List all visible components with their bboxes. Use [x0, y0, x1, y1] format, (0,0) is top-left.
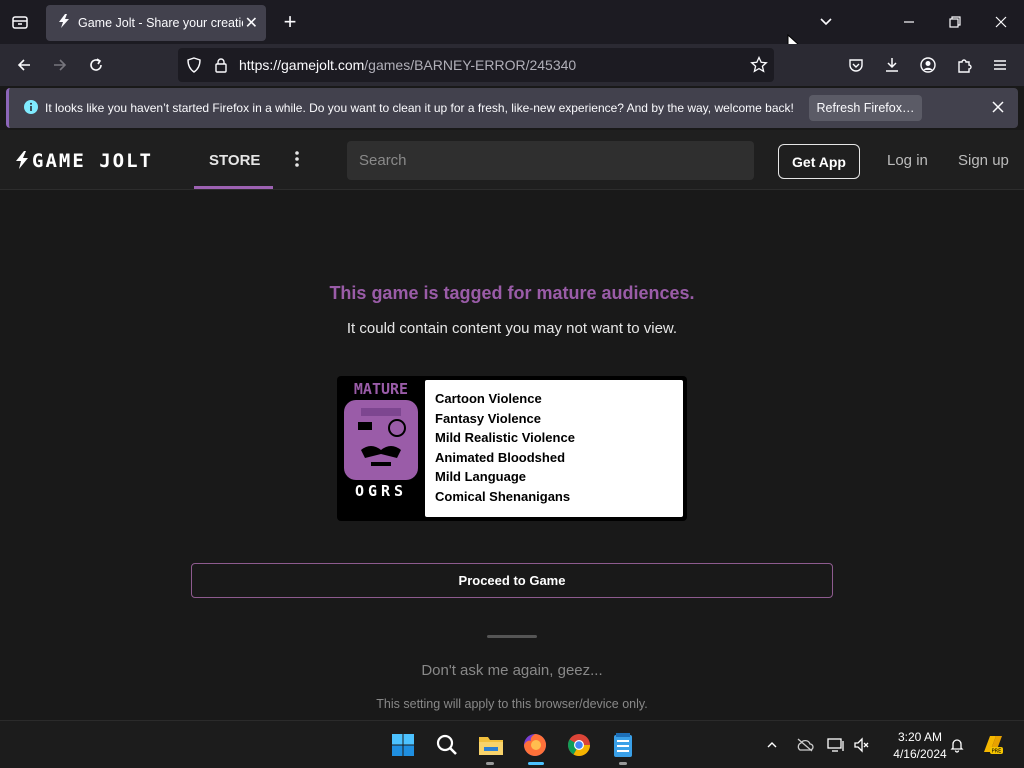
- bookmark-star-icon[interactable]: [747, 53, 771, 77]
- back-icon[interactable]: [12, 53, 36, 77]
- tab-list-icon[interactable]: [10, 12, 30, 32]
- url-text[interactable]: https://gamejolt.com/games/BARNEY-ERROR/…: [239, 57, 576, 73]
- firefox-active-indicator: [528, 762, 544, 765]
- start-windows-icon[interactable]: [387, 729, 419, 761]
- extensions-icon[interactable]: [952, 53, 976, 77]
- firefox-refresh-notification: It looks like you haven’t started Firefo…: [6, 88, 1018, 128]
- file-explorer-icon[interactable]: [475, 729, 507, 761]
- url-bar[interactable]: https://gamejolt.com/games/BARNEY-ERROR/…: [178, 48, 774, 82]
- rating-descriptor: Mild Language: [435, 469, 526, 485]
- explorer-running-indicator: [486, 762, 494, 765]
- notifications-bell-icon[interactable]: [947, 735, 967, 755]
- minimize-icon[interactable]: [897, 10, 921, 34]
- forward-icon[interactable]: [48, 53, 72, 77]
- chrome-icon[interactable]: [563, 729, 595, 761]
- restore-icon[interactable]: [943, 10, 967, 34]
- notepad-running-indicator: [619, 762, 627, 765]
- get-app-button[interactable]: Get App: [778, 144, 860, 179]
- tab-close-icon[interactable]: ✕: [245, 13, 258, 33]
- ogrs-mature-badge: MATURE OGRS: [341, 378, 421, 518]
- close-window-icon[interactable]: [989, 10, 1013, 34]
- gamejolt-logo[interactable]: GAME JOLT: [14, 150, 153, 174]
- gamejolt-favicon-icon: [56, 13, 72, 34]
- divider: [487, 635, 537, 638]
- reload-icon[interactable]: [84, 53, 108, 77]
- browser-tab-strip: Game Jolt - Share your creations ✕ +: [0, 0, 1024, 54]
- site-header: GAME JOLT STORE Search Get App Log in Si…: [0, 130, 1024, 190]
- badge-top-text: MATURE: [354, 380, 408, 398]
- gamejolt-bolt-icon: [14, 151, 30, 174]
- url-path: /games/BARNEY-ERROR/245340: [364, 57, 577, 73]
- info-icon: [23, 99, 39, 120]
- search-icon[interactable]: [431, 729, 463, 761]
- downloads-icon[interactable]: [880, 53, 904, 77]
- search-input[interactable]: Search: [347, 141, 754, 180]
- more-options-icon[interactable]: [293, 150, 301, 173]
- copilot-pre-icon[interactable]: PRE: [980, 732, 1004, 756]
- volume-muted-icon[interactable]: [852, 735, 872, 755]
- nav-active-underline: [194, 186, 273, 189]
- network-icon[interactable]: [826, 735, 846, 755]
- notepad-icon[interactable]: [607, 729, 639, 761]
- show-hidden-icons-chevron-icon[interactable]: [762, 735, 782, 755]
- url-host: https://gamejolt.com: [239, 57, 365, 73]
- clock-date[interactable]: 4/16/2024: [884, 747, 956, 761]
- account-icon[interactable]: [916, 53, 940, 77]
- windows-taskbar: 3:20 AM 4/16/2024 PRE: [0, 720, 1024, 768]
- notification-text: It looks like you haven’t started Firefo…: [45, 101, 794, 115]
- login-link[interactable]: Log in: [887, 152, 928, 169]
- rating-descriptor: Animated Bloodshed: [435, 449, 566, 465]
- rating-descriptor-list: Cartoon Violence Fantasy Violence Mild R…: [425, 380, 683, 517]
- menu-hamburger-icon[interactable]: [988, 53, 1012, 77]
- mature-warning-subtitle: It could contain content you may not wan…: [346, 320, 678, 337]
- tab-title: Game Jolt - Share your creations: [78, 16, 243, 30]
- tracking-protection-shield-icon[interactable]: [182, 53, 206, 77]
- badge-bottom-text: OGRS: [355, 482, 407, 500]
- browser-navbar: https://gamejolt.com/games/BARNEY-ERROR/…: [0, 44, 1024, 86]
- new-tab-icon[interactable]: +: [278, 9, 302, 34]
- rating-descriptor: Cartoon Violence: [435, 391, 542, 406]
- notification-close-icon[interactable]: [991, 100, 1005, 119]
- rating-descriptor: Comical Shenanigans: [435, 488, 571, 504]
- logo-text: GAME JOLT: [32, 150, 153, 172]
- svg-text:PRE: PRE: [992, 749, 1002, 755]
- proceed-to-game-button[interactable]: Proceed to Game: [191, 563, 833, 598]
- rating-descriptor: Mild Realistic Violence: [435, 430, 575, 446]
- rating-descriptor: Fantasy Violence: [435, 410, 541, 426]
- active-tab[interactable]: Game Jolt - Share your creations ✕: [46, 5, 266, 41]
- mature-warning-title: This game is tagged for mature audiences…: [329, 283, 695, 303]
- signup-link[interactable]: Sign up: [958, 152, 1009, 169]
- setting-note: This setting will apply to this browser/…: [376, 697, 648, 711]
- clock-time[interactable]: 3:20 AM: [884, 730, 956, 744]
- firefox-icon[interactable]: [519, 729, 551, 761]
- list-all-tabs-icon[interactable]: [814, 10, 838, 34]
- content-rating-card: MATURE OGRS Cartoon Violence Fantasy Vio…: [337, 376, 687, 521]
- pocket-icon[interactable]: [844, 53, 868, 77]
- onedrive-offline-icon[interactable]: [795, 735, 815, 755]
- nav-store[interactable]: STORE: [209, 152, 260, 169]
- lock-icon[interactable]: [209, 53, 233, 77]
- dont-ask-again-link[interactable]: Don't ask me again, geez...: [0, 662, 1024, 679]
- refresh-firefox-button[interactable]: Refresh Firefox…: [809, 95, 922, 121]
